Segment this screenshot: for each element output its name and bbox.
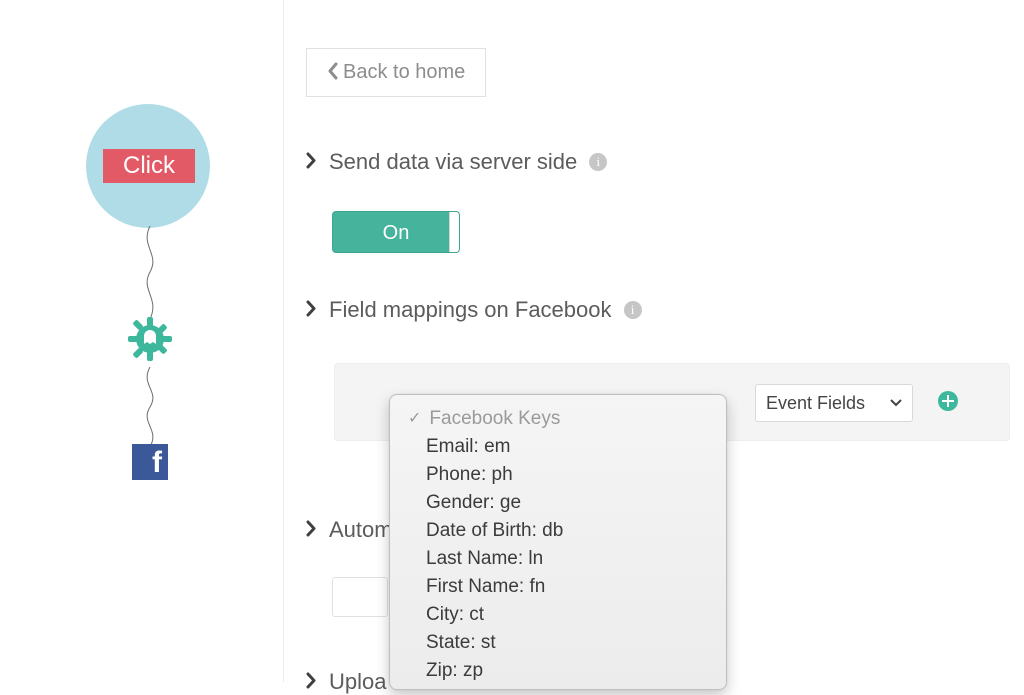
server-side-header[interactable]: Send data via server side i: [306, 149, 1024, 175]
dropdown-item[interactable]: Phone: ph: [390, 461, 726, 489]
dropdown-item[interactable]: Zip: zp: [390, 657, 726, 685]
check-icon: ✓: [408, 411, 421, 427]
info-icon[interactable]: i: [589, 153, 607, 171]
autom-input[interactable]: [332, 577, 388, 617]
facebook-keys-dropdown[interactable]: ✓ Facebook Keys Email: em Phone: ph Gend…: [389, 394, 727, 690]
caret-down-icon: [890, 396, 902, 410]
upload-title: Uploa: [329, 669, 386, 695]
dropdown-group-label: Facebook Keys: [429, 408, 560, 430]
dropdown-item[interactable]: First Name: fn: [390, 573, 726, 601]
chevron-right-icon: [306, 299, 317, 321]
toggle-label: On: [383, 222, 410, 244]
server-side-section: Send data via server side i On: [306, 149, 1024, 253]
click-badge: Click: [103, 149, 195, 183]
gear-icon: [122, 311, 178, 367]
field-mappings-header[interactable]: Field mappings on Facebook i: [306, 297, 1024, 323]
event-fields-select[interactable]: Event Fields: [755, 384, 913, 422]
autom-title: Autom: [329, 517, 393, 543]
facebook-icon: f: [132, 444, 168, 480]
dropdown-group-header: ✓ Facebook Keys: [390, 405, 726, 433]
toggle-knob: [449, 212, 459, 252]
dropdown-item[interactable]: Last Name: ln: [390, 545, 726, 573]
connector-line-1: [140, 226, 160, 319]
dropdown-item[interactable]: State: st: [390, 629, 726, 657]
dropdown-item[interactable]: Email: em: [390, 433, 726, 461]
event-fields-label: Event Fields: [766, 393, 865, 414]
left-decorative-region: Click f: [0, 0, 280, 682]
connector-line-2: [140, 367, 160, 447]
chevron-right-icon: [306, 519, 317, 541]
chevron-left-icon: [327, 62, 339, 84]
dropdown-item[interactable]: Date of Birth: db: [390, 517, 726, 545]
chevron-right-icon: [306, 671, 317, 693]
add-mapping-button[interactable]: [937, 390, 959, 412]
back-to-home-button[interactable]: Back to home: [306, 48, 486, 97]
info-icon[interactable]: i: [624, 301, 642, 319]
dropdown-item[interactable]: Gender: ge: [390, 489, 726, 517]
server-side-toggle[interactable]: On: [332, 211, 460, 253]
chevron-right-icon: [306, 151, 317, 173]
dropdown-item[interactable]: City: ct: [390, 601, 726, 629]
field-mappings-title: Field mappings on Facebook: [329, 297, 612, 323]
back-button-label: Back to home: [343, 61, 465, 84]
server-side-title: Send data via server side: [329, 149, 577, 175]
